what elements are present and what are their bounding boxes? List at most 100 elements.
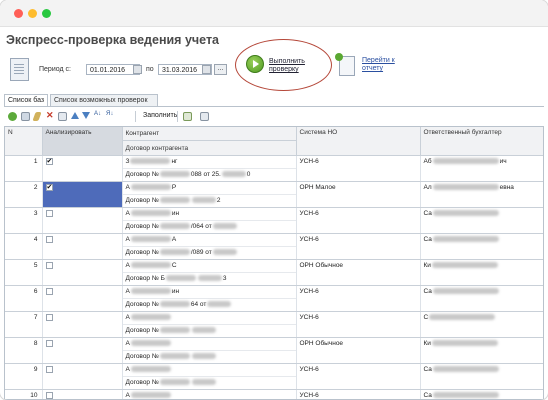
report-icon[interactable] bbox=[335, 53, 355, 76]
analyze-checkbox[interactable] bbox=[45, 236, 53, 243]
counterparty-name-tail: нг bbox=[171, 158, 178, 165]
analyze-checkbox[interactable] bbox=[45, 262, 53, 269]
analyze-cell[interactable] bbox=[42, 337, 123, 364]
table-row[interactable]: 10АДоговор №УСН-6Са bbox=[5, 389, 543, 399]
analyze-cell[interactable]: ✔ bbox=[42, 181, 123, 208]
column-header-tax-system[interactable]: Система НО bbox=[296, 127, 421, 156]
select-period-button[interactable]: ... bbox=[214, 64, 227, 75]
contract-name: Договор № bbox=[125, 223, 159, 230]
contract-name: Договор № bbox=[125, 197, 159, 204]
redacted-text bbox=[159, 353, 190, 360]
tax-system: УСН-6 bbox=[299, 236, 319, 243]
period-from-label: Период с: bbox=[39, 66, 71, 73]
redacted-text bbox=[130, 366, 171, 373]
column-header-counterparty[interactable]: Контрагент bbox=[122, 127, 297, 142]
analyze-checkbox[interactable]: ✔ bbox=[45, 184, 53, 191]
contract-end: 3 bbox=[222, 275, 227, 282]
tax-system: УСН-6 bbox=[299, 288, 319, 295]
tax-system: УСН-6 bbox=[299, 210, 319, 217]
table-row[interactable]: 9 А Договор № УСН-6 Са bbox=[5, 363, 543, 390]
accountant-name: Са bbox=[423, 210, 432, 217]
analyze-checkbox[interactable] bbox=[45, 288, 53, 295]
counterparty-name: А bbox=[125, 392, 130, 399]
tax-system: ОРН Обычное bbox=[299, 340, 344, 347]
column-header-accountant[interactable]: Ответственный бухгалтер bbox=[420, 127, 543, 156]
run-check-icon[interactable] bbox=[246, 55, 264, 73]
counterparty-name: А bbox=[125, 340, 130, 347]
move-down-icon[interactable] bbox=[82, 112, 90, 119]
redacted-text bbox=[159, 301, 190, 308]
contract-mid: 088 от 25. bbox=[190, 171, 221, 178]
app-window: Экспресс-проверка ведения учета Период с… bbox=[0, 0, 548, 400]
analyze-cell[interactable] bbox=[42, 259, 123, 286]
tax-system: ОРН Обычное bbox=[299, 262, 344, 269]
row-number: 4 bbox=[33, 236, 38, 243]
table-row[interactable]: 5 А С Договор № Б 3 ОРН Обычное Ки bbox=[5, 259, 543, 286]
redacted-text bbox=[197, 275, 222, 282]
analyze-checkbox[interactable] bbox=[45, 392, 53, 399]
accountant-name-tail: евна bbox=[499, 184, 514, 191]
redacted-text bbox=[429, 314, 496, 321]
analyze-cell[interactable] bbox=[42, 363, 123, 390]
move-up-icon[interactable] bbox=[71, 112, 79, 119]
table-row[interactable]: 7 А Договор № УСН-6 С bbox=[5, 311, 543, 338]
add-icon[interactable] bbox=[8, 112, 17, 121]
redacted-text bbox=[130, 184, 171, 191]
list-icon[interactable] bbox=[200, 112, 209, 121]
date-from-field[interactable]: 01.01.2016 bbox=[86, 64, 140, 75]
analyze-cell[interactable] bbox=[42, 311, 123, 338]
column-header-n[interactable]: N bbox=[5, 127, 43, 156]
analyze-cell[interactable]: ✔ bbox=[42, 155, 123, 182]
analyze-checkbox[interactable] bbox=[45, 340, 53, 347]
toolbar: ✕ A↓ Я↓ Заполнить bbox=[6, 110, 536, 124]
column-header-analyze[interactable]: Анализировать bbox=[42, 127, 123, 156]
table-row[interactable]: 4 А А Договор № /089 от УСН-6 Са bbox=[5, 233, 543, 260]
analyze-cell[interactable] bbox=[42, 207, 123, 234]
contract-end: 0 bbox=[246, 171, 251, 178]
analyze-cell[interactable] bbox=[42, 233, 123, 260]
redacted-text bbox=[432, 184, 499, 191]
redacted-text bbox=[130, 340, 171, 347]
goto-report-link[interactable]: Перейти к отчету bbox=[362, 57, 402, 73]
analyze-cell[interactable] bbox=[42, 285, 123, 312]
row-number: 1 bbox=[33, 158, 38, 165]
analyze-checkbox[interactable]: ✔ bbox=[45, 158, 53, 165]
table-row[interactable]: 8 А Договор № ОРН Обычное Ки bbox=[5, 337, 543, 364]
minimize-window-button[interactable] bbox=[28, 9, 37, 18]
table-row[interactable]: 1 ✔ Знг Договор № 088 от 25. 0 УСН-6 Аб ич bbox=[5, 155, 543, 182]
check-all-icon[interactable] bbox=[183, 112, 192, 121]
close-window-button[interactable] bbox=[14, 9, 23, 18]
fill-button[interactable]: Заполнить bbox=[143, 112, 177, 119]
calendar-icon[interactable] bbox=[133, 65, 142, 74]
contract-name: Договор № bbox=[125, 327, 159, 334]
redacted-text bbox=[432, 392, 499, 399]
redacted-text bbox=[432, 210, 499, 217]
delete-icon[interactable]: ✕ bbox=[46, 110, 54, 121]
row-number: 2 bbox=[33, 184, 38, 191]
table-row[interactable]: 6 Аин Договор № 64 от УСН-6 Са bbox=[5, 285, 543, 312]
column-header-contract[interactable]: Договор контрагента bbox=[122, 140, 297, 156]
document-icon[interactable] bbox=[58, 112, 67, 121]
sort-desc-icon[interactable]: Я↓ bbox=[106, 111, 113, 117]
sort-asc-icon[interactable]: A↓ bbox=[94, 111, 101, 117]
run-check-button[interactable]: Выполнить проверку bbox=[269, 58, 317, 74]
table-row[interactable]: 2 ✔ А Р Договор № 2 ОРН Малое Ал евна bbox=[5, 181, 543, 208]
counterparty-name: А bbox=[125, 288, 130, 295]
tax-system: УСН-6 bbox=[299, 314, 319, 321]
accountant-name: Са bbox=[423, 236, 432, 243]
calendar-icon[interactable] bbox=[202, 65, 211, 74]
analyze-checkbox[interactable] bbox=[45, 314, 53, 321]
maximize-window-button[interactable] bbox=[42, 9, 51, 18]
counterparty-name-tail: ин bbox=[171, 210, 180, 217]
contract-mid: /064 от bbox=[190, 223, 212, 230]
redacted-text bbox=[207, 301, 232, 308]
analyze-checkbox[interactable] bbox=[45, 366, 53, 373]
analyze-cell[interactable] bbox=[42, 389, 123, 399]
title-bar bbox=[0, 0, 548, 27]
analyze-checkbox[interactable] bbox=[45, 210, 53, 217]
table-row[interactable]: 3 Аин Договор № /064 от УСН-6 Са bbox=[5, 207, 543, 234]
copy-icon[interactable] bbox=[21, 112, 30, 121]
edit-icon[interactable] bbox=[32, 112, 42, 121]
counterparty-name: А bbox=[125, 236, 130, 243]
row-number: 5 bbox=[33, 262, 38, 269]
